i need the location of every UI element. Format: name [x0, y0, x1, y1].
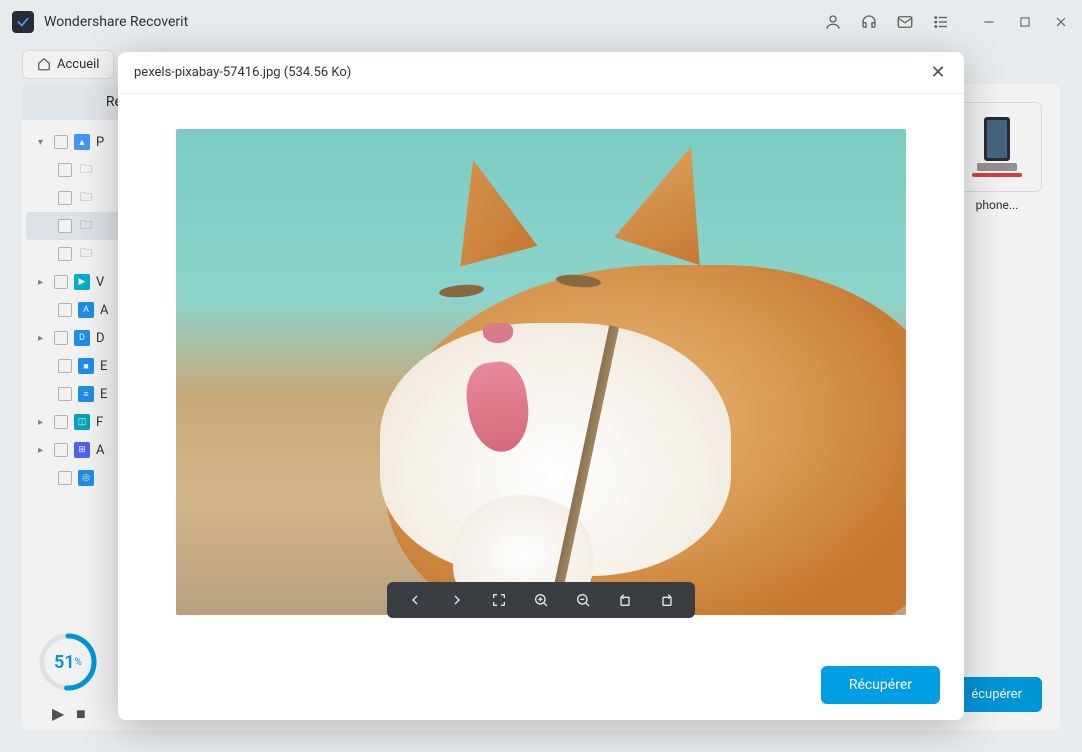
- zoom-in-icon[interactable]: [531, 590, 551, 610]
- modal-footer: Récupérer: [118, 650, 964, 720]
- next-icon[interactable]: [447, 590, 467, 610]
- preview-toolbar: [387, 582, 695, 618]
- modal-body: [118, 94, 964, 650]
- recover-button[interactable]: Récupérer: [821, 666, 940, 704]
- prev-icon[interactable]: [405, 590, 425, 610]
- rotate-left-icon[interactable]: [615, 590, 635, 610]
- zoom-out-icon[interactable]: [573, 590, 593, 610]
- modal-backdrop: pexels-pixabay-57416.jpg (534.56 Ko) ✕: [0, 0, 1082, 752]
- preview-image: [176, 129, 906, 615]
- close-icon[interactable]: ✕: [928, 63, 948, 83]
- modal-title: pexels-pixabay-57416.jpg (534.56 Ko): [134, 65, 928, 80]
- fullscreen-icon[interactable]: [489, 590, 509, 610]
- modal-header: pexels-pixabay-57416.jpg (534.56 Ko) ✕: [118, 52, 964, 94]
- preview-modal: pexels-pixabay-57416.jpg (534.56 Ko) ✕: [118, 52, 964, 720]
- rotate-right-icon[interactable]: [657, 590, 677, 610]
